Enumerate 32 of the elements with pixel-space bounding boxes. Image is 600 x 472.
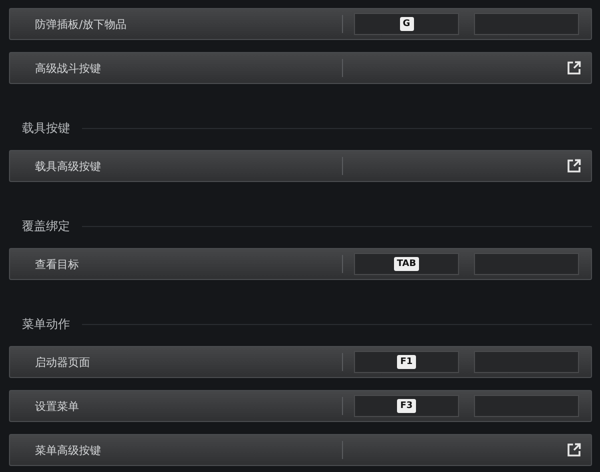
action-label: 菜单高级按键 <box>34 442 102 458</box>
action-label: 载具高级按键 <box>34 158 102 174</box>
action-label: 高级战斗按键 <box>34 60 102 76</box>
binding-row[interactable]: 防弹插板/放下物品 G <box>9 8 592 40</box>
binding-row[interactable]: 启动器页面 F1 <box>9 346 592 378</box>
section-title: 菜单动作 <box>21 316 70 332</box>
key-cap: F3 <box>397 399 416 413</box>
key-cap: G <box>400 17 414 31</box>
section-title: 覆盖绑定 <box>21 218 70 234</box>
key-slot[interactable] <box>474 13 579 35</box>
section-title: 载具按键 <box>21 120 70 136</box>
key-cap: F1 <box>397 355 416 369</box>
binding-row[interactable]: 高级战斗按键 <box>9 52 592 84</box>
key-slot[interactable]: TAB <box>354 253 459 275</box>
binding-row[interactable]: 设置菜单 F3 <box>9 390 592 422</box>
action-label: 查看目标 <box>34 256 80 272</box>
binding-row[interactable]: 查看目标 TAB <box>9 248 592 280</box>
external-link-icon[interactable] <box>567 443 581 457</box>
action-label: 防弹插板/放下物品 <box>34 16 128 32</box>
key-slot[interactable] <box>474 253 579 275</box>
action-label: 启动器页面 <box>34 354 91 370</box>
external-link-icon[interactable] <box>567 61 581 75</box>
key-slot[interactable] <box>474 395 579 417</box>
key-slot[interactable] <box>474 351 579 373</box>
key-slot[interactable]: F3 <box>354 395 459 417</box>
key-cap: TAB <box>394 257 420 271</box>
external-link-icon[interactable] <box>567 159 581 173</box>
binding-row[interactable]: 菜单高级按键 <box>9 434 592 466</box>
binding-row[interactable]: 载具高级按键 <box>9 150 592 182</box>
key-slot[interactable]: F1 <box>354 351 459 373</box>
action-label: 设置菜单 <box>34 398 80 414</box>
key-slot[interactable]: G <box>354 13 459 35</box>
